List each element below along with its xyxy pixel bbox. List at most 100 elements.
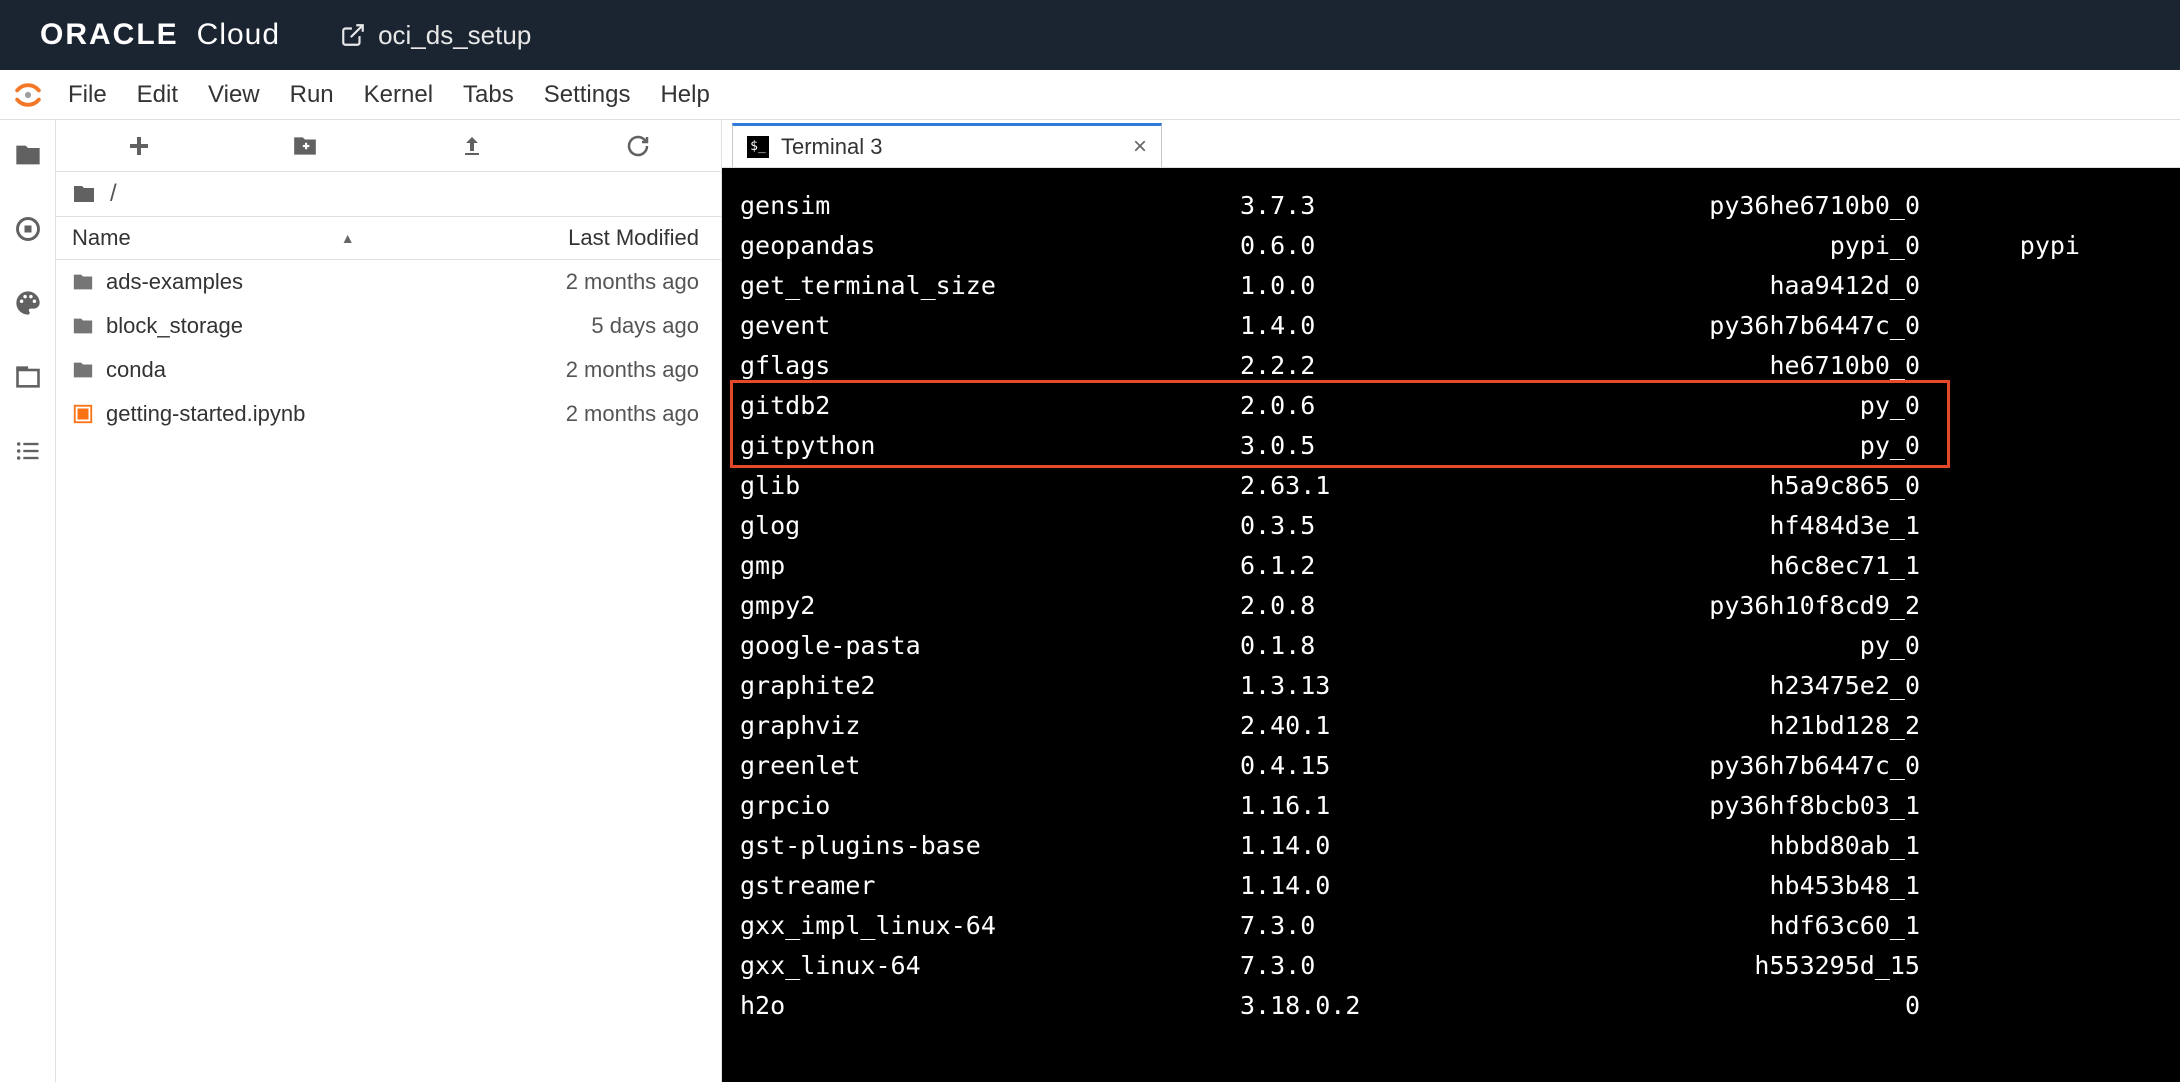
new-launcher-button[interactable] (124, 131, 154, 161)
package-build: 0 (1450, 986, 1920, 1026)
file-name: getting-started.ipynb (96, 401, 471, 427)
refresh-button[interactable] (623, 131, 653, 161)
file-row[interactable]: conda2 months ago (56, 348, 721, 392)
package-build: py36h10f8cd9_2 (1450, 586, 1920, 626)
package-name: gxx_impl_linux-64 (740, 906, 1240, 946)
running-icon[interactable] (13, 214, 43, 244)
package-build: h6c8ec71_1 (1450, 546, 1920, 586)
menu-kernel[interactable]: Kernel (364, 81, 433, 109)
package-channel (1920, 906, 2080, 946)
menu-file[interactable]: File (68, 81, 107, 109)
file-row[interactable]: block_storage5 days ago (56, 304, 721, 348)
package-channel (1920, 866, 2080, 906)
package-build: h23475e2_0 (1450, 666, 1920, 706)
cloud-header: ORACLE Cloud oci_ds_setup (0, 0, 2180, 70)
package-channel (1920, 266, 2080, 306)
tab-terminal[interactable]: $_ Terminal 3 × (732, 123, 1162, 167)
project-link[interactable]: oci_ds_setup (340, 20, 531, 51)
package-version: 0.6.0 (1240, 226, 1450, 266)
package-channel (1920, 346, 2080, 386)
terminal-line: google-pasta0.1.8py_0 (740, 626, 2162, 666)
terminal-line: graphite21.3.13h23475e2_0 (740, 666, 2162, 706)
package-channel (1920, 306, 2080, 346)
package-channel (1920, 986, 2080, 1026)
package-channel (1920, 626, 2080, 666)
folder-icon[interactable] (13, 140, 43, 170)
menu-edit[interactable]: Edit (137, 81, 178, 109)
package-version: 1.14.0 (1240, 826, 1450, 866)
package-version: 1.14.0 (1240, 866, 1450, 906)
package-name: gitpython (740, 426, 1240, 466)
project-name: oci_ds_setup (378, 20, 531, 51)
file-browser-toolbar (56, 120, 721, 172)
external-link-icon (340, 22, 366, 48)
folder-icon (56, 271, 96, 293)
breadcrumb-root: / (110, 180, 117, 208)
menu-view[interactable]: View (208, 81, 260, 109)
terminal-line: graphviz2.40.1h21bd128_2 (740, 706, 2162, 746)
file-modified: 5 days ago (471, 313, 721, 339)
folder-icon (56, 315, 96, 337)
package-channel (1920, 826, 2080, 866)
terminal-output[interactable]: gensim3.7.3py36he6710b0_0geopandas0.6.0p… (722, 168, 2180, 1082)
file-row[interactable]: ads-examples2 months ago (56, 260, 721, 304)
package-name: gxx_linux-64 (740, 946, 1240, 986)
package-build: hb453b48_1 (1450, 866, 1920, 906)
package-build: he6710b0_0 (1450, 346, 1920, 386)
palette-icon[interactable] (13, 288, 43, 318)
package-build: py_0 (1450, 426, 1920, 466)
package-name: geopandas (740, 226, 1240, 266)
oracle-cloud-logo: ORACLE Cloud (40, 18, 280, 52)
package-version: 1.3.13 (1240, 666, 1450, 706)
activity-bar (0, 120, 56, 1082)
package-build: py36h7b6447c_0 (1450, 306, 1920, 346)
file-modified: 2 months ago (471, 401, 721, 427)
file-row[interactable]: getting-started.ipynb2 months ago (56, 392, 721, 436)
package-build: h553295d_15 (1450, 946, 1920, 986)
package-name: gmp (740, 546, 1240, 586)
package-name: gmpy2 (740, 586, 1240, 626)
file-modified: 2 months ago (471, 357, 721, 383)
column-name-label: Name (72, 225, 131, 251)
notebook-icon (56, 403, 96, 425)
terminal-line: gevent1.4.0py36h7b6447c_0 (740, 306, 2162, 346)
package-name: greenlet (740, 746, 1240, 786)
column-modified-label: Last Modified (471, 225, 721, 251)
menu-help[interactable]: Help (660, 81, 709, 109)
package-build: hf484d3e_1 (1450, 506, 1920, 546)
menu-run[interactable]: Run (290, 81, 334, 109)
folder-icon (56, 359, 96, 381)
new-folder-button[interactable] (290, 131, 320, 161)
package-version: 2.0.8 (1240, 586, 1450, 626)
terminal-line: gensim3.7.3py36he6710b0_0 (740, 186, 2162, 226)
package-build: py36h7b6447c_0 (1450, 746, 1920, 786)
package-channel (1920, 546, 2080, 586)
package-version: 2.40.1 (1240, 706, 1450, 746)
package-name: graphviz (740, 706, 1240, 746)
terminal-line: greenlet0.4.15py36h7b6447c_0 (740, 746, 2162, 786)
menu-items: File Edit View Run Kernel Tabs Settings Help (56, 81, 710, 109)
package-version: 0.1.8 (1240, 626, 1450, 666)
file-name: ads-examples (96, 269, 471, 295)
package-version: 2.2.2 (1240, 346, 1450, 386)
package-build: hdf63c60_1 (1450, 906, 1920, 946)
terminal-line: gflags2.2.2he6710b0_0 (740, 346, 2162, 386)
jupyter-logo[interactable] (0, 78, 56, 112)
package-name: get_terminal_size (740, 266, 1240, 306)
package-build: h5a9c865_0 (1450, 466, 1920, 506)
breadcrumb[interactable]: / (56, 172, 721, 216)
tab-bar: $_ Terminal 3 × (722, 120, 2180, 168)
package-channel (1920, 386, 2080, 426)
close-icon[interactable]: × (1133, 133, 1147, 161)
terminal-line: get_terminal_size1.0.0haa9412d_0 (740, 266, 2162, 306)
tabs-icon[interactable] (13, 362, 43, 392)
list-icon[interactable] (13, 436, 43, 466)
file-modified: 2 months ago (471, 269, 721, 295)
package-version: 2.63.1 (1240, 466, 1450, 506)
menu-tabs[interactable]: Tabs (463, 81, 514, 109)
file-list-header[interactable]: Name ▲ Last Modified (56, 216, 721, 260)
upload-button[interactable] (457, 131, 487, 161)
menu-settings[interactable]: Settings (544, 81, 631, 109)
package-name: gensim (740, 186, 1240, 226)
package-version: 1.4.0 (1240, 306, 1450, 346)
